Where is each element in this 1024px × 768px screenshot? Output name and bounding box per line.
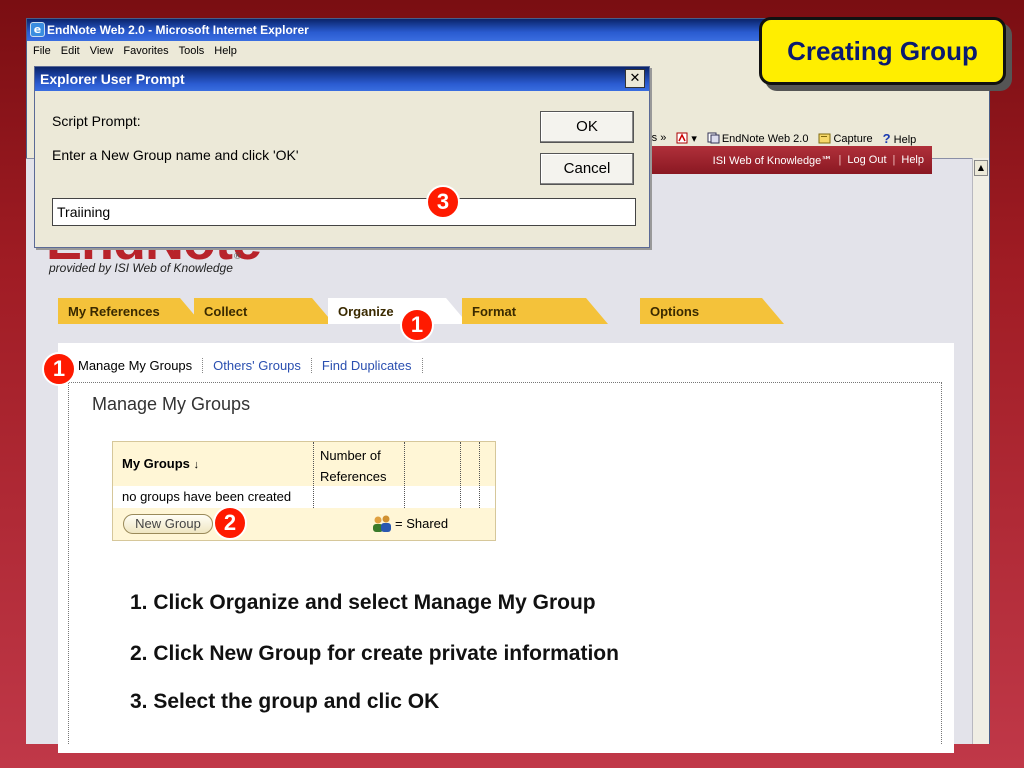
section-title: Manage My Groups: [92, 394, 251, 414]
new-group-button[interactable]: New Group: [123, 514, 213, 534]
menu-view[interactable]: View: [90, 41, 114, 59]
step-badge-manage-groups: 1: [42, 352, 76, 386]
help-link-isi[interactable]: Help: [901, 154, 924, 166]
help-link[interactable]: ? Help: [883, 131, 917, 146]
subnav-find-duplicates[interactable]: Find Duplicates: [312, 357, 423, 373]
step-badge-input: 3: [426, 185, 460, 219]
dialog-title: Explorer User Prompt: [35, 67, 649, 91]
table-footer: New Group = Shared: [113, 508, 495, 540]
column-divider: [404, 442, 405, 508]
page-icon: [707, 132, 720, 143]
tab-label: Format: [472, 304, 517, 319]
menu-favorites[interactable]: Favorites: [123, 41, 168, 59]
capture-icon: [818, 133, 831, 143]
logo-subtitle: provided by ISI Web of Knowledge: [49, 261, 233, 275]
tab-label: Options: [650, 304, 700, 319]
ie-icon: e: [30, 22, 45, 37]
cancel-button[interactable]: Cancel: [540, 153, 634, 185]
menu-help[interactable]: Help: [214, 41, 237, 59]
tab-format[interactable]: Format: [462, 298, 608, 324]
ok-button[interactable]: OK: [540, 111, 634, 143]
tab-label: My References: [68, 304, 160, 319]
tab-organize[interactable]: Organize: [328, 298, 468, 324]
instruction-step-2: 2. Click New Group for create private in…: [130, 642, 619, 665]
shared-legend: = Shared: [395, 516, 449, 531]
instruction-step-3: 3. Select the group and clic OK: [130, 690, 440, 713]
separator: |: [892, 154, 896, 166]
scroll-up-arrow-icon[interactable]: ▲: [974, 160, 988, 176]
tab-label: Collect: [204, 304, 248, 319]
endnote-web-link[interactable]: EndNote Web 2.0: [707, 132, 808, 145]
pdf-icon[interactable]: ▾: [676, 132, 697, 145]
close-icon[interactable]: ✕: [625, 69, 645, 88]
groups-table: My Groups ↓ Number of References no grou…: [112, 441, 496, 541]
menu-file[interactable]: File: [33, 41, 51, 59]
column-divider: [460, 442, 461, 508]
column-divider: [313, 442, 314, 508]
subnav-manage-my-groups[interactable]: Manage My Groups: [68, 357, 204, 373]
capture-link[interactable]: Capture: [818, 132, 873, 145]
subnav-others-groups[interactable]: Others' Groups: [203, 357, 312, 373]
logo-registered-mark: ®: [233, 252, 242, 262]
step-badge-organize: 1: [400, 308, 434, 342]
isi-link[interactable]: ISI Web of Knowledge℠: [713, 154, 833, 167]
tab-collect[interactable]: Collect: [194, 298, 334, 324]
menu-edit[interactable]: Edit: [61, 41, 80, 59]
organize-subnav: Manage My Groups Others' Groups Find Dup…: [68, 354, 423, 376]
menu-tools[interactable]: Tools: [179, 41, 205, 59]
group-name-input[interactable]: [52, 198, 636, 226]
tab-my-references[interactable]: My References: [58, 298, 202, 324]
instruction-step-1: 1. Click Organize and select Manage My G…: [130, 591, 596, 614]
col-number-of-references: Number of References: [320, 448, 387, 484]
empty-groups-message: no groups have been created: [122, 489, 292, 504]
shared-users-icon: [373, 515, 391, 532]
col-my-groups[interactable]: My Groups ↓: [122, 456, 199, 471]
column-divider: [479, 442, 480, 508]
vertical-scrollbar[interactable]: ▲: [972, 158, 989, 744]
step-badge-new-group: 2: [213, 506, 247, 540]
tab-options[interactable]: Options: [640, 298, 784, 324]
question-icon: ?: [882, 130, 891, 146]
dialog-label: Script Prompt:: [52, 113, 141, 129]
isi-header-bar: ISI Web of Knowledge℠ | Log Out | Help: [620, 146, 932, 174]
sort-arrow-icon: ↓: [193, 459, 200, 471]
explorer-user-prompt-dialog: Explorer User Prompt ✕ Script Prompt: En…: [34, 66, 650, 248]
logout-link[interactable]: Log Out: [847, 154, 886, 166]
separator: |: [838, 154, 842, 166]
dialog-message: Enter a New Group name and click 'OK': [52, 147, 299, 163]
tab-label: Organize: [338, 304, 394, 319]
slide-title-callout: Creating Group: [759, 17, 1006, 85]
